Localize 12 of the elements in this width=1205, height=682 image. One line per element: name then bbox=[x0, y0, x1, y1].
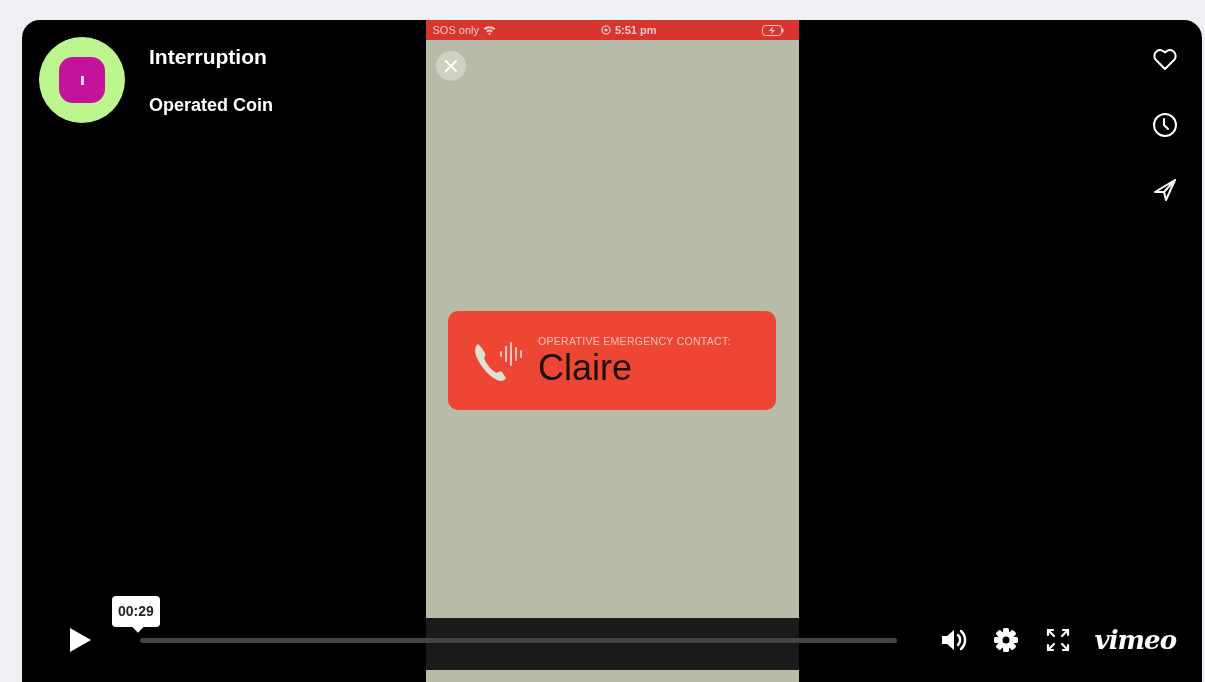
close-icon bbox=[443, 59, 458, 73]
location-icon bbox=[600, 25, 611, 35]
battery-icon bbox=[761, 24, 784, 36]
video-title[interactable]: Interruption bbox=[149, 45, 273, 69]
brand-logo[interactable]: vimeo bbox=[1094, 626, 1176, 654]
carrier-text: SOS only bbox=[432, 22, 479, 38]
clock-icon[interactable] bbox=[1150, 110, 1180, 140]
wifi-icon bbox=[482, 25, 496, 35]
contact-name: Claire bbox=[538, 349, 634, 388]
video-author[interactable]: Operated Coin bbox=[149, 95, 273, 115]
clock-time: 5:51 pm bbox=[614, 22, 657, 38]
contact-label: OPERATIVE EMERGENCY CONTACT: bbox=[538, 333, 731, 349]
